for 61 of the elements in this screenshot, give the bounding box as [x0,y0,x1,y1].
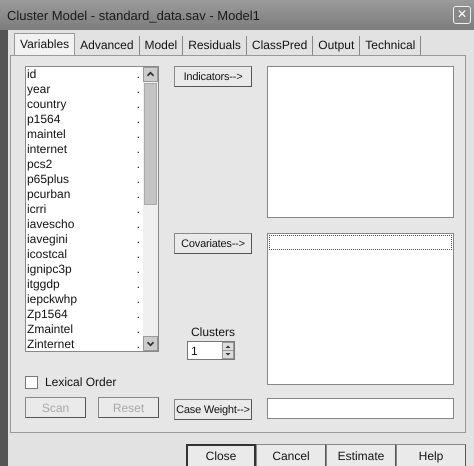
variable-name[interactable]: internet [27,142,68,157]
variable-name[interactable]: year [27,82,50,97]
checkbox[interactable] [25,376,38,388]
case-weight-button[interactable]: Case Weight--> [174,399,252,420]
variable-name[interactable]: Zinternet [27,337,74,351]
footer-button[interactable]: Estimate [326,444,396,466]
row-marker: . [136,112,140,127]
row-marker: . [136,67,140,82]
variable-name[interactable]: country [27,97,66,112]
row-marker: . [136,82,140,97]
variable-name[interactable]: iavegini [27,232,68,247]
variable-name[interactable]: iepckwhp [27,292,78,307]
variable-name[interactable]: pcs2 [27,157,52,172]
indicators-list[interactable] [267,66,454,218]
variable-name[interactable]: p65plus [27,172,70,187]
variable-name[interactable]: id [27,67,36,82]
close-button[interactable]: × [453,6,471,24]
scroll-up-icon[interactable] [143,67,158,82]
variable-name[interactable]: icrri [27,202,46,217]
variable-name[interactable]: maintel [27,127,66,142]
row-marker: . [136,262,140,277]
row-marker: . [136,277,140,292]
clusters-spinner[interactable]: 1 [187,341,235,360]
scroll-thumb[interactable] [144,83,157,205]
variable-list[interactable]: id . year . country . p1564 . maintel . internet . pcs2 . p65plus . pcurban . icrri . iavescho . iavegini . icostcal . ignipc3p . itggdp . iepckwhp . Zp1564 . Zmaintel . Zinternet . [25,66,159,352]
variable-name[interactable]: pcurban [27,187,70,202]
scroll-down-icon[interactable] [143,336,158,351]
row-marker: . [136,337,140,351]
variable-name[interactable]: p1564 [27,112,60,127]
row-marker: . [136,247,140,262]
footer-button[interactable]: Close [186,444,256,466]
case-weight-field[interactable] [267,398,454,419]
footer-button[interactable]: Help [396,444,466,466]
row-marker: . [136,322,140,337]
variable-name[interactable]: iavescho [27,217,74,232]
scrollbar[interactable] [143,67,158,351]
checkbox-label: Lexical Order [45,375,116,389]
variable-name[interactable]: Zmaintel [27,322,74,337]
row-marker: . [136,217,140,232]
row-marker: . [136,127,140,142]
covariates-button[interactable]: Covariates--> [174,233,252,254]
spin-arrows-icon[interactable] [222,342,234,359]
variable-name[interactable]: icostcal [27,247,68,262]
row-marker: . [136,172,140,187]
footer-button[interactable]: Cancel [256,444,326,466]
variable-name[interactable]: Zp1564 [27,307,68,322]
covariates-list[interactable] [267,233,454,385]
clusters-label: Clusters [190,325,235,339]
row-marker: . [136,97,140,112]
row-marker: . [136,292,140,307]
row-marker: . [136,142,140,157]
row-marker: . [136,232,140,247]
row-marker: . [136,202,140,217]
variable-name[interactable]: ignipc3p [27,262,72,277]
row-marker: . [136,187,140,202]
row-marker: . [136,157,140,172]
variable-name[interactable]: itggdp [27,277,60,292]
window-title: Cluster Model - standard_data.sav - Model1 [7,8,260,22]
row-marker: . [136,307,140,322]
tab[interactable]: Variables [14,33,76,55]
indicators-button[interactable]: Indicators--> [174,66,252,87]
